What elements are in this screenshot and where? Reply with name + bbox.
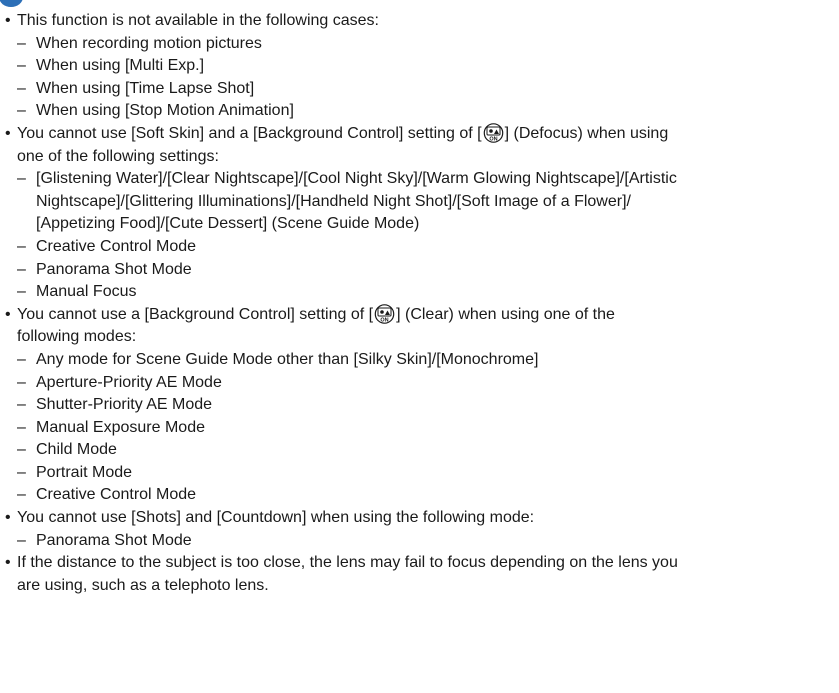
svg-text:ON: ON: [380, 317, 388, 323]
list-item: When using [Multi Exp.]: [4, 55, 834, 78]
list-item: Creative Control Mode: [4, 236, 834, 259]
background-defocus-icon: ON: [483, 123, 503, 143]
note-icon: [0, 0, 23, 7]
list-item: When recording motion pictures: [4, 33, 834, 56]
list-item: Any mode for Scene Guide Mode other than…: [4, 349, 834, 372]
notes-list: This function is not available in the fo…: [4, 10, 834, 597]
note-bullet-background-clear: You cannot use a [Background Control] se…: [4, 304, 834, 349]
list-item: When using [Stop Motion Animation]: [4, 100, 834, 123]
note-bullet-shots-countdown: You cannot use [Shots] and [Countdown] w…: [4, 507, 834, 530]
list-item: Manual Focus: [4, 281, 834, 304]
list-item: Panorama Shot Mode: [4, 530, 834, 553]
list-item: Aperture-Priority AE Mode: [4, 372, 834, 395]
note-bullet-focus-distance: If the distance to the subject is too cl…: [4, 552, 834, 597]
list-item: Creative Control Mode: [4, 484, 834, 507]
list-item: Child Mode: [4, 439, 834, 462]
background-clear-icon: ON: [374, 303, 395, 324]
list-item: [Glistening Water]/[Clear Nightscape]/[C…: [4, 168, 834, 236]
svg-text:ON: ON: [489, 136, 497, 142]
list-item: Shutter-Priority AE Mode: [4, 394, 834, 417]
list-item: Panorama Shot Mode: [4, 259, 834, 282]
bullet-text: This function is not available in the fo…: [17, 12, 379, 29]
list-item: Manual Exposure Mode: [4, 417, 834, 440]
list-item: When using [Time Lapse Shot]: [4, 78, 834, 101]
note-bullet-soft-skin: You cannot use [Soft Skin] and a [Backgr…: [4, 123, 834, 168]
list-item: Portrait Mode: [4, 462, 834, 485]
note-bullet-unavailable: This function is not available in the fo…: [4, 10, 834, 33]
manual-page: This function is not available in the fo…: [0, 0, 839, 693]
